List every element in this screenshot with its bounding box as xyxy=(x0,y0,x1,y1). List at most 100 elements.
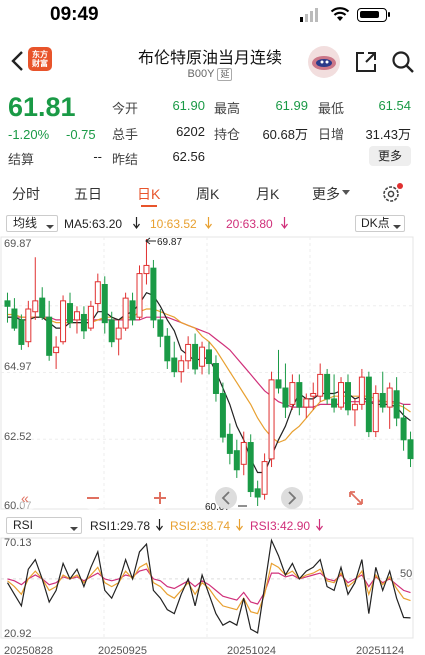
change-value: -0.75 xyxy=(66,127,96,142)
candle-up xyxy=(351,398,358,427)
dropdown-arrow-icon xyxy=(70,527,78,531)
expand-button[interactable] xyxy=(349,491,363,505)
tab-more[interactable]: 更多 xyxy=(312,184,340,204)
scroll-left-button[interactable] xyxy=(215,487,237,509)
nav-header: 东方 财富 布伦特原油当月连续 B00Y 延 xyxy=(0,38,425,88)
logo-line2: 财富 xyxy=(32,59,48,68)
double-left-icon: « xyxy=(21,490,29,506)
candle-down xyxy=(407,431,414,468)
candle-up xyxy=(178,355,185,383)
chart-grid xyxy=(0,236,414,510)
value-high: 61.99 xyxy=(275,98,308,113)
tab-daily-k[interactable]: 日K xyxy=(137,184,160,204)
rsi-tick-label: 20.92 xyxy=(4,628,32,640)
rsi1-line xyxy=(6,538,411,634)
candle-body xyxy=(53,346,60,354)
rsi2-value: RSI2:38.74 xyxy=(170,519,231,533)
max-annotation: 69.87 xyxy=(145,237,182,248)
zoom-in-button[interactable] xyxy=(148,486,172,510)
down-arrow-icon xyxy=(205,217,212,229)
candle-body xyxy=(289,382,296,405)
candle-body xyxy=(73,311,80,321)
candle-body xyxy=(365,376,372,433)
candle-body xyxy=(11,308,18,329)
kline-chart[interactable]: 69.87 64.97 62.52 60.07 69.87 60.07 « xyxy=(0,236,425,512)
dk-point-selector[interactable]: DK点 xyxy=(355,215,405,232)
y-axis-ticks: 69.87 64.97 62.52 60.07 xyxy=(4,238,32,512)
delayed-badge: 延 xyxy=(217,68,233,81)
candle-body xyxy=(351,403,358,411)
candle-body xyxy=(247,442,254,493)
down-arrow-icon xyxy=(316,519,323,531)
rsi-chart[interactable]: 70.13 50 20.92 20250828 20250925 2025102… xyxy=(0,537,425,655)
max-label: 69.87 xyxy=(157,237,182,248)
candle-body xyxy=(185,343,192,362)
label-high: 最高 xyxy=(214,101,241,116)
candle-body xyxy=(372,392,379,433)
indicator-selector[interactable]: 均线 xyxy=(6,215,58,232)
candle-down xyxy=(275,349,282,394)
ma5-value: MA5:63.20 xyxy=(64,217,123,231)
candle-body xyxy=(101,283,108,324)
rsi-tick-label: 70.13 xyxy=(4,537,32,549)
candle-up xyxy=(32,257,39,320)
candle-up xyxy=(122,292,129,331)
dropdown-arrow-icon xyxy=(393,225,401,229)
instrument-code: B00Y 延 xyxy=(150,68,270,81)
candle-body xyxy=(150,267,157,321)
tab-five-day[interactable]: 五日 xyxy=(74,184,102,204)
candle-down xyxy=(254,480,261,506)
candle-up xyxy=(185,336,192,369)
x-tick-label: 20251124 xyxy=(356,645,404,655)
scroll-left-fast-button[interactable]: « xyxy=(16,486,40,510)
rsi-selector[interactable]: RSI xyxy=(6,517,82,534)
candle-body xyxy=(219,392,226,438)
value-daily-increase: 31.43万 xyxy=(365,127,411,142)
label-settle: 结算 xyxy=(8,152,35,167)
quote-panel: 61.81 -1.20% -0.75 今开 61.90 最高 61.99 最低 … xyxy=(0,92,425,172)
tab-monthly-k[interactable]: 月K xyxy=(256,184,279,204)
settings-gear-icon[interactable] xyxy=(381,182,405,204)
label-prev-settle: 昨结 xyxy=(112,152,139,167)
wifi-icon xyxy=(330,7,350,21)
candle-down xyxy=(344,374,351,416)
candle-down xyxy=(282,363,289,418)
label-volume: 总手 xyxy=(112,127,139,142)
candle-body xyxy=(254,488,261,498)
candle-down xyxy=(18,314,25,350)
tab-intraday[interactable]: 分时 xyxy=(12,184,40,204)
candle-up xyxy=(372,385,379,438)
dropdown-arrow-icon xyxy=(46,225,54,229)
rsi3-value: RSI3:42.90 xyxy=(250,519,311,533)
candle-body xyxy=(226,433,233,454)
candle-down xyxy=(379,371,386,413)
tab-weekly-k[interactable]: 周K xyxy=(196,184,219,204)
more-quote-button[interactable]: 更多 xyxy=(369,146,411,166)
candle-up xyxy=(199,341,206,375)
candle-body xyxy=(205,349,213,365)
candle-up xyxy=(240,431,247,476)
candle-down xyxy=(4,292,11,323)
candle-body xyxy=(310,392,317,397)
share-icon[interactable] xyxy=(354,50,378,74)
logo-line1: 东方 xyxy=(32,50,48,59)
candle-body xyxy=(80,313,87,332)
zoom-out-button[interactable] xyxy=(81,486,105,510)
candle-body xyxy=(157,319,164,337)
candle-body xyxy=(67,303,74,324)
x-tick-label: 20250925 xyxy=(98,645,147,655)
candle-up xyxy=(310,382,317,410)
candle-body xyxy=(386,387,393,408)
rsi1-value: RSI1:29.78 xyxy=(90,519,151,533)
instrument-title: 布伦特原油当月连续 xyxy=(137,50,282,67)
candle-body xyxy=(32,300,39,313)
scroll-right-button[interactable] xyxy=(281,487,303,509)
candle-body xyxy=(87,305,94,329)
chevron-down-icon xyxy=(342,190,350,195)
avatar[interactable] xyxy=(308,46,340,78)
candle-down xyxy=(247,434,254,498)
candle-body xyxy=(115,327,122,340)
search-icon[interactable] xyxy=(391,50,415,74)
candle-body xyxy=(212,363,219,394)
candle-body xyxy=(199,346,206,367)
